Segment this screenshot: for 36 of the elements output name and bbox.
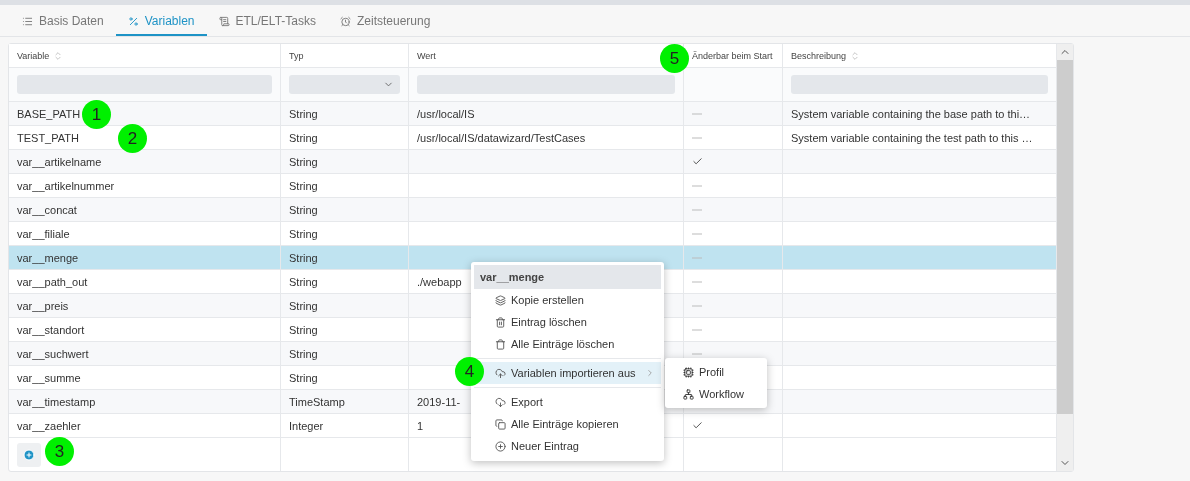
table-cell: String	[289, 275, 318, 288]
table-cell: var__concat	[17, 203, 77, 216]
table-cell: BASE_PATH	[17, 107, 81, 120]
menu-title: var__menge	[474, 265, 661, 289]
table-cell: var__menge	[17, 251, 79, 264]
table-cell: var__suchwert	[17, 347, 89, 360]
table-cell: String	[289, 155, 318, 168]
table-cell: var__timestamp	[17, 395, 96, 408]
table-cell: System variable containing the base path to thi…	[791, 107, 1031, 120]
table-cell: String	[289, 251, 318, 264]
table-cell: var__preis	[17, 299, 69, 312]
table-cell: ./webapp	[417, 275, 462, 288]
table-cell: String	[289, 203, 318, 216]
table-cell: var__filiale	[17, 227, 70, 240]
table-cell: var__summe	[17, 371, 81, 384]
table-cell: String	[289, 131, 318, 144]
table-cell: var__path_out	[17, 275, 88, 288]
table-cell: String	[289, 179, 318, 192]
table-cell: var__standort	[17, 323, 85, 336]
table-cell: String	[289, 227, 318, 240]
table-cell: 1	[417, 419, 424, 432]
table-cell: /usr/local/IS	[417, 107, 475, 120]
table-cell: TimeStamp	[289, 395, 345, 408]
table-cell: String	[289, 299, 318, 312]
table-cell: String	[289, 347, 318, 360]
table-cell: var__zaehler	[17, 419, 81, 432]
table-cell: var__artikelname	[17, 155, 102, 168]
table-cell: String	[289, 323, 318, 336]
table-cell: 2019-11-	[417, 395, 461, 408]
table-cell: TEST_PATH	[17, 131, 79, 144]
table-cell: var__artikelnummer	[17, 179, 115, 192]
table-cell: Integer	[289, 419, 324, 432]
table-cell: /usr/local/IS/datawizard/TestCases	[417, 131, 586, 144]
table-cell: String	[289, 371, 318, 384]
table-cell: String	[289, 107, 318, 120]
table-cell: System variable containing the test path to this …	[791, 131, 1033, 144]
